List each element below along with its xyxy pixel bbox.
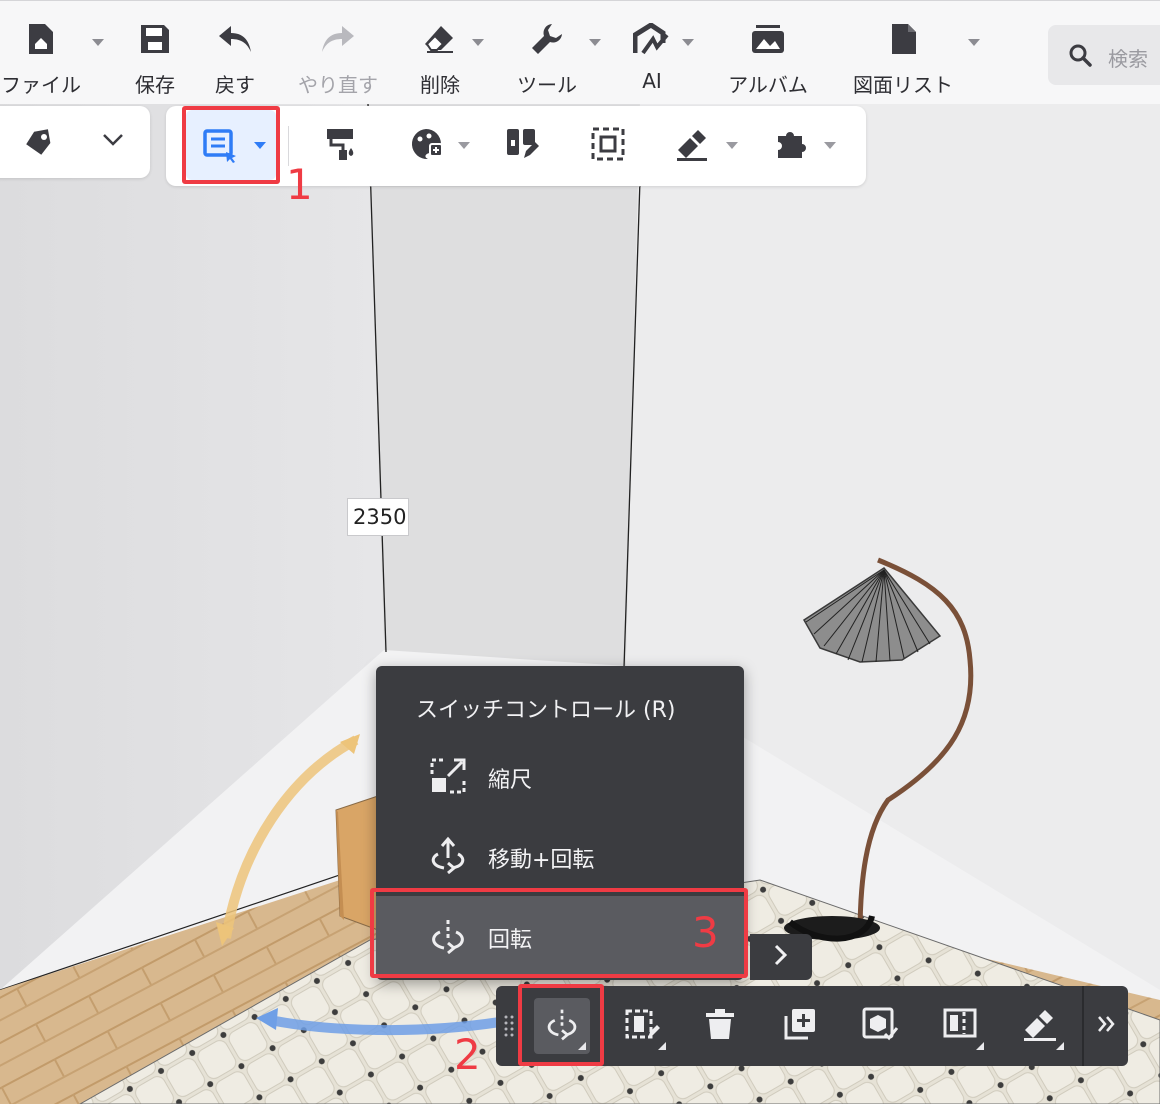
main-menubar: ファイル 保存 戻す やり直す 削除 ツール AI アルバム 図面リスト 検索 [0, 0, 1160, 104]
group-tool-button[interactable] [852, 998, 908, 1054]
plugin-button[interactable] [770, 124, 814, 168]
align-tool-button[interactable] [932, 998, 988, 1054]
menu-drawing-list-button[interactable]: 図面リスト [848, 15, 958, 97]
chevron-down-icon[interactable] [102, 132, 124, 151]
menu-file-button[interactable]: ファイル [0, 15, 96, 97]
menu-redo-button[interactable]: やり直す [283, 15, 393, 97]
material-dropdown-caret[interactable] [458, 142, 470, 149]
duplicate-icon [782, 1006, 818, 1046]
drawing-list-dropdown-caret[interactable] [968, 39, 980, 46]
more-tools-button[interactable] [1088, 998, 1124, 1054]
edit-panel-button[interactable] [500, 124, 544, 168]
save-icon [135, 19, 175, 59]
measure-hammer-icon [674, 126, 710, 166]
submenu-corner-indicator [976, 1042, 984, 1050]
menu-redo-label: やり直す [298, 73, 378, 97]
trash-icon [703, 1007, 737, 1045]
plugin-puzzle-icon [774, 126, 810, 166]
scale-icon [428, 756, 468, 796]
menu-delete-label: 削除 [420, 73, 460, 97]
submenu-corner-indicator [658, 1042, 666, 1050]
dimension-label[interactable]: 2350 [347, 498, 409, 536]
replace-tool-button[interactable] [614, 998, 670, 1054]
group-icon [861, 1006, 899, 1046]
hammer-icon [1021, 1006, 1059, 1046]
measure-dropdown-caret[interactable] [726, 142, 738, 149]
menu-ai-label: AI [642, 69, 662, 93]
hammer-tool-button[interactable] [1012, 998, 1068, 1054]
annotation-box-2 [518, 984, 604, 1066]
replace-icon [624, 1006, 660, 1046]
menu-tool-button[interactable]: ツール [492, 15, 602, 97]
delete-dropdown-caret[interactable] [472, 39, 484, 46]
undo-icon [215, 19, 255, 59]
edit-panel-icon [504, 126, 540, 166]
menu-album-label: アルバム [728, 73, 808, 97]
duplicate-tool-button[interactable] [772, 998, 828, 1054]
tag-icon[interactable] [24, 128, 54, 160]
measure-hammer-button[interactable] [670, 124, 714, 168]
menu-drawing-list-label: 図面リスト [853, 73, 953, 97]
search-box[interactable]: 検索 [1048, 25, 1160, 85]
menu-item-scale-label: 縮尺 [488, 768, 533, 793]
menu-undo-label: 戻す [215, 73, 255, 97]
file-icon [21, 19, 61, 59]
ai-dropdown-caret[interactable] [682, 39, 694, 46]
delete-tool-button[interactable] [692, 998, 748, 1054]
menu-item-scale[interactable]: 縮尺 [376, 736, 744, 816]
search-placeholder: 検索 [1108, 47, 1148, 71]
album-icon [748, 19, 788, 59]
material-palette-icon [408, 126, 444, 166]
submenu-corner-indicator [1056, 1042, 1064, 1050]
material-palette-button[interactable] [404, 124, 448, 168]
paint-roller-icon [323, 126, 359, 166]
search-icon [1068, 43, 1092, 71]
menu-tool-label: ツール [517, 73, 577, 97]
annotation-number-2: 2 [454, 1030, 481, 1079]
menu-item-move-rotate[interactable]: 移動+回転 [376, 816, 744, 896]
drawing-list-icon [883, 19, 923, 59]
annotation-number-3: 3 [692, 908, 719, 957]
frame-select-button[interactable] [586, 124, 630, 168]
menu-file-label: ファイル [1, 73, 81, 97]
plugin-dropdown-caret[interactable] [824, 142, 836, 149]
menu-undo-button[interactable]: 戻す [180, 15, 290, 97]
tag-panel [0, 106, 150, 178]
align-icon [942, 1006, 978, 1046]
next-page-button[interactable] [750, 934, 812, 980]
frame-select-icon [590, 126, 626, 166]
annotation-box-1 [182, 106, 280, 184]
menu-delete-button[interactable]: 削除 [385, 15, 495, 97]
chevron-right-icon [773, 943, 789, 971]
drag-handle-icon[interactable] [504, 1014, 514, 1038]
annotation-number-1: 1 [286, 160, 313, 209]
wrench-icon [527, 19, 567, 59]
switch-menu-title: スイッチコントロール (R) [416, 698, 676, 723]
ai-icon [632, 19, 672, 59]
menu-ai-button[interactable]: AI [597, 15, 707, 95]
menu-item-move-rotate-label: 移動+回転 [488, 848, 595, 873]
eraser-icon [420, 19, 460, 59]
menu-album-button[interactable]: アルバム [713, 15, 823, 97]
redo-icon [318, 19, 358, 59]
toolbar-divider [1082, 986, 1084, 1066]
paint-roller-button[interactable] [319, 124, 363, 168]
move-rotate-icon [428, 836, 468, 876]
double-chevron-right-icon [1096, 1014, 1116, 1038]
